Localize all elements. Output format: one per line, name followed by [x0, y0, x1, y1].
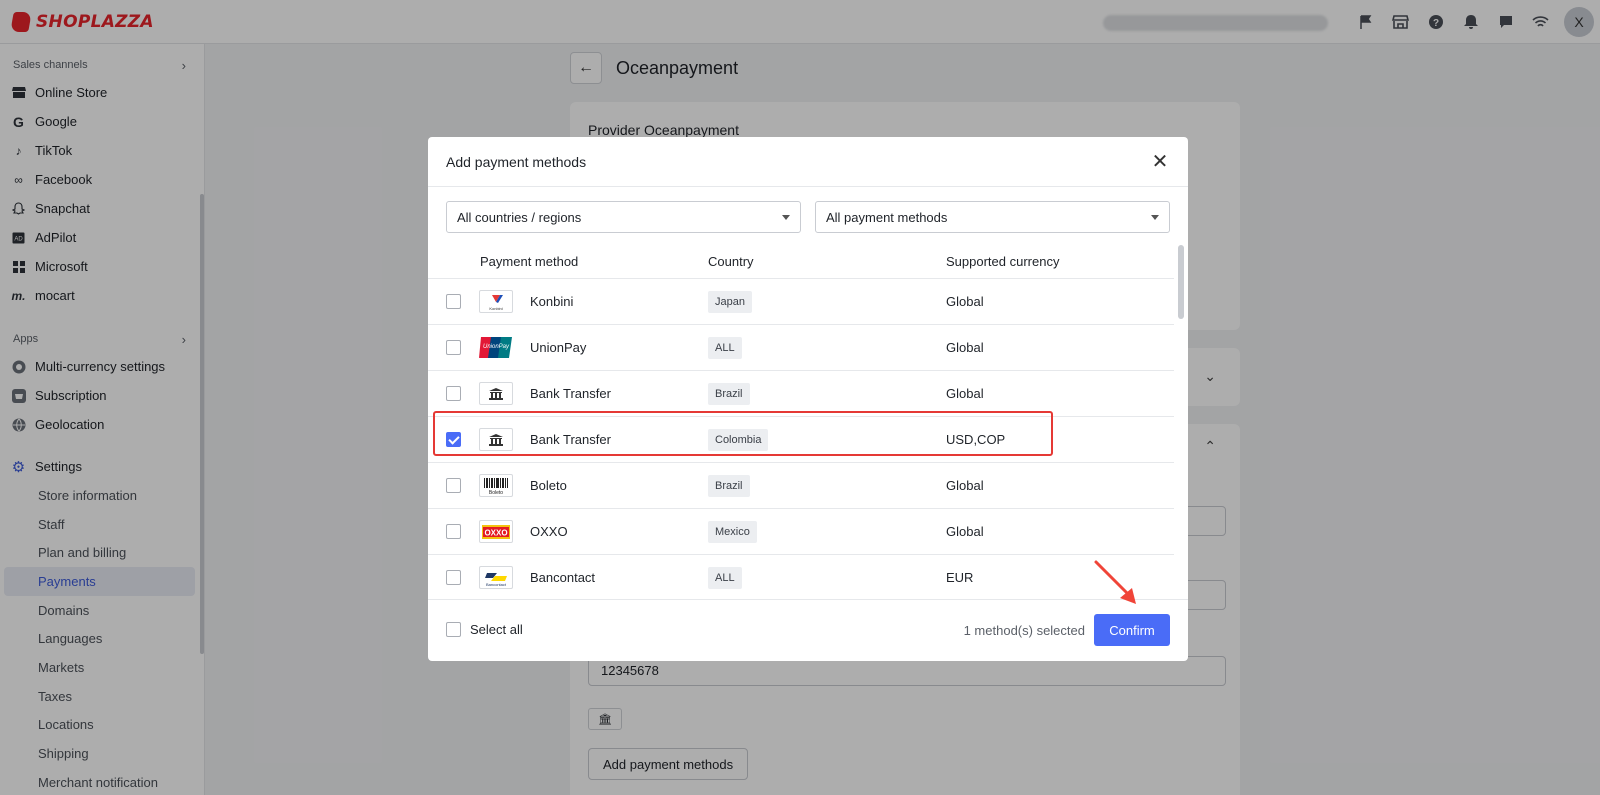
- select-all-checkbox[interactable]: [446, 622, 461, 637]
- row-checkbox[interactable]: [446, 570, 461, 585]
- caret-down-icon: [782, 214, 790, 220]
- country-tag: ALL: [708, 567, 742, 589]
- table-scrollbar[interactable]: [1178, 245, 1184, 319]
- selected-count: 1 method(s) selected: [963, 623, 1085, 638]
- svg-text:Bancontact: Bancontact: [486, 582, 507, 587]
- svg-text:Konbini: Konbini: [489, 306, 502, 311]
- currency-value: Global: [946, 340, 984, 355]
- boleto-logo: Boleto: [479, 474, 513, 497]
- column-payment-method: Payment method: [480, 254, 579, 269]
- add-payment-methods-modal: Add payment methods ✕ All countries / re…: [428, 137, 1188, 661]
- modal-header: Add payment methods ✕: [428, 137, 1188, 187]
- row-checkbox[interactable]: [446, 386, 461, 401]
- annotation-arrow-icon: [1094, 560, 1136, 604]
- country-tag: Brazil: [708, 383, 750, 405]
- row-checkbox[interactable]: [446, 340, 461, 355]
- country-tag: Brazil: [708, 475, 750, 497]
- table-row[interactable]: Bancontact Bancontact ALL EUR: [428, 555, 1174, 597]
- caret-down-icon: [1151, 214, 1159, 220]
- payment-method-name: UnionPay: [530, 340, 587, 355]
- country-tag: ALL: [708, 337, 742, 359]
- confirm-button[interactable]: Confirm: [1094, 614, 1170, 646]
- bank-icon: [479, 382, 513, 405]
- svg-text:UnionPay: UnionPay: [483, 344, 510, 350]
- currency-value: Global: [946, 386, 984, 401]
- svg-text:Boleto: Boleto: [489, 490, 503, 496]
- select-all-label: Select all: [470, 622, 523, 637]
- filters: All countries / regions All payment meth…: [446, 201, 1170, 233]
- country-tag: Japan: [708, 291, 752, 313]
- modal-footer: Select all 1 method(s) selected Confirm: [428, 599, 1188, 661]
- currency-value: Global: [946, 524, 984, 539]
- payment-method-name: Bancontact: [530, 570, 596, 585]
- payment-method-name: Konbini: [530, 294, 574, 309]
- row-checkbox[interactable]: [446, 294, 461, 309]
- payment-method-name: OXXO: [530, 524, 568, 539]
- row-checkbox[interactable]: [446, 478, 461, 493]
- close-icon[interactable]: ✕: [1150, 152, 1170, 172]
- method-filter-value: All payment methods: [826, 209, 948, 225]
- oxxo-logo: OXXO: [479, 520, 513, 543]
- table-row[interactable]: UnionPay UnionPay ALL Global: [428, 325, 1174, 371]
- currency-value: Global: [946, 478, 984, 493]
- bancontact-logo: Bancontact: [479, 566, 513, 589]
- table-row[interactable]: Konbini Konbini Japan Global: [428, 279, 1174, 325]
- country-filter-select[interactable]: All countries / regions: [446, 201, 801, 233]
- konbini-logo: Konbini: [479, 290, 513, 313]
- column-country: Country: [708, 254, 754, 269]
- column-currency: Supported currency: [946, 254, 1060, 269]
- country-filter-value: All countries / regions: [457, 209, 582, 225]
- payment-method-name: Boleto: [530, 478, 567, 493]
- table-row[interactable]: OXXO OXXO Mexico Global: [428, 509, 1174, 555]
- svg-text:OXXO: OXXO: [484, 528, 507, 537]
- modal-title: Add payment methods: [446, 153, 587, 170]
- table-row[interactable]: Boleto Boleto Brazil Global: [428, 463, 1174, 509]
- country-tag: Mexico: [708, 521, 757, 543]
- payment-method-name: Bank Transfer: [530, 386, 611, 401]
- currency-value: EUR: [946, 570, 974, 585]
- selected-row-highlight: [433, 411, 1053, 456]
- method-filter-select[interactable]: All payment methods: [815, 201, 1170, 233]
- select-all[interactable]: Select all: [446, 622, 523, 637]
- unionpay-logo: UnionPay: [479, 336, 513, 359]
- table-header: Payment method Country Supported currenc…: [428, 243, 1174, 279]
- currency-value: Global: [946, 294, 984, 309]
- row-checkbox[interactable]: [446, 524, 461, 539]
